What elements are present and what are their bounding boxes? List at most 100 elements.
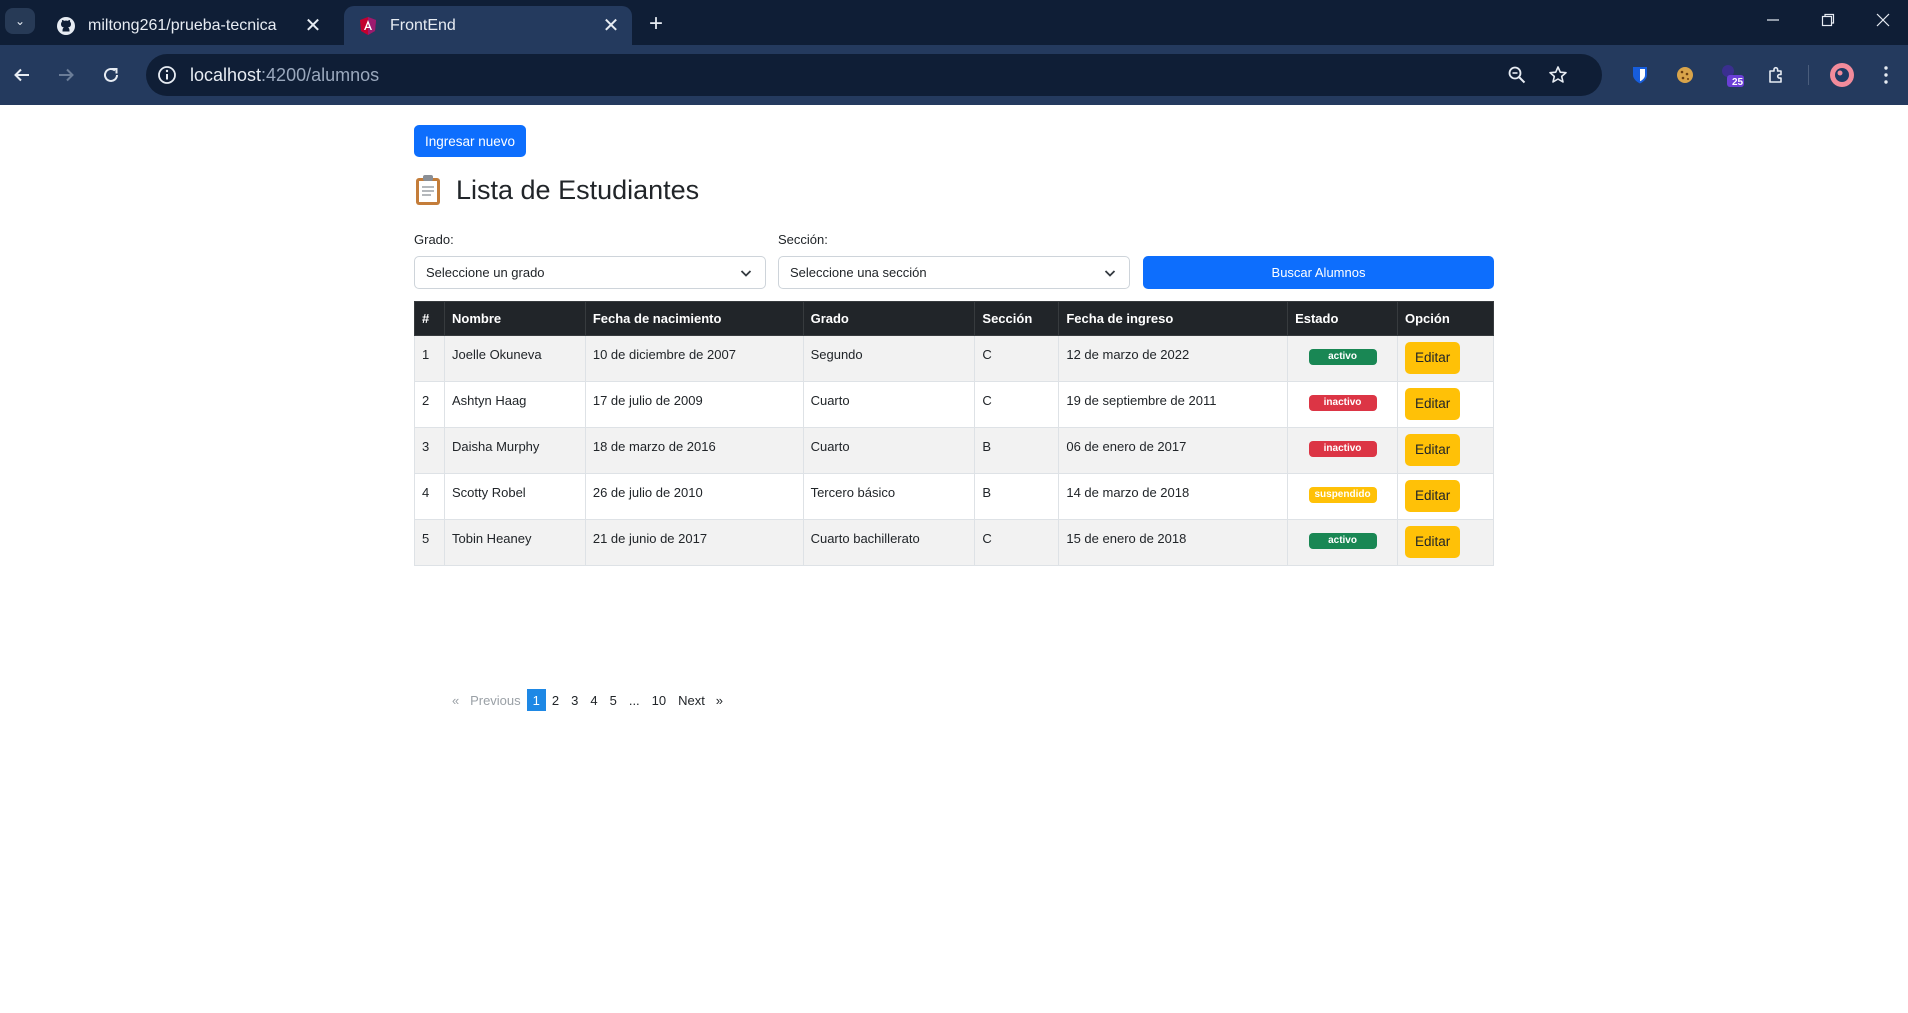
pagination-page-10[interactable]: 10 (646, 689, 672, 711)
edit-button[interactable]: Editar (1405, 480, 1461, 512)
edit-button[interactable]: Editar (1405, 342, 1461, 374)
cell-estado: inactivo (1287, 381, 1398, 428)
cell-ingreso: 14 de marzo de 2018 (1058, 473, 1289, 520)
cell-nacimiento: 21 de junio de 2017 (584, 519, 804, 566)
cell-number: 3 (414, 427, 445, 474)
column-header: Nombre (443, 301, 586, 336)
cell-nombre: Scotty Robel (443, 473, 586, 520)
table-row: 1 Joelle Okuneva 10 de diciembre de 2007… (414, 335, 1494, 382)
search-students-button[interactable]: Buscar Alumnos (1143, 256, 1494, 289)
restore-icon[interactable] (1805, 0, 1851, 40)
close-icon[interactable]: ✕ (298, 11, 328, 41)
page-title: Lista de Estudiantes (456, 174, 700, 205)
cell-seccion: B (974, 473, 1060, 520)
cell-nombre: Tobin Heaney (443, 519, 586, 566)
pagination-next[interactable]: Next » (672, 689, 729, 711)
cell-grado: Cuarto (802, 427, 976, 474)
cell-seccion: B (974, 427, 1060, 474)
browser-menu-icon[interactable] (1866, 55, 1906, 95)
extension-badge-icon[interactable]: 25 (1712, 55, 1752, 95)
edit-button[interactable]: Editar (1405, 388, 1461, 420)
cell-number: 5 (414, 519, 445, 566)
table-row: 4 Scotty Robel 26 de julio de 2010 Terce… (414, 473, 1494, 520)
cell-estado: inactivo (1287, 427, 1398, 474)
bookmark-star-icon[interactable] (1541, 58, 1575, 92)
cell-nacimiento: 18 de marzo de 2016 (584, 427, 804, 474)
cell-number: 1 (414, 335, 445, 382)
cell-nacimiento: 10 de diciembre de 2007 (584, 335, 804, 382)
seccion-label: Sección: (778, 232, 828, 247)
status-badge: inactivo (1308, 395, 1377, 411)
tab-github[interactable]: miltong261/prueba-tecnica ✕ (42, 6, 334, 45)
cell-ingreso: 19 de septiembre de 2011 (1058, 381, 1289, 428)
seccion-select[interactable]: Seleccione una sección (778, 256, 1130, 289)
new-tab-button[interactable]: + (640, 8, 672, 40)
toolbar-divider (1808, 65, 1809, 85)
profile-avatar[interactable] (1822, 55, 1862, 95)
cell-estado: activo (1287, 335, 1398, 382)
cell-seccion: C (974, 519, 1060, 566)
tab-search-chevron-icon[interactable]: ⌄ (5, 8, 35, 34)
cell-number: 4 (414, 473, 445, 520)
pagination-previous[interactable]: « Previous (446, 689, 527, 711)
url-host: localhost (190, 64, 262, 85)
close-icon[interactable]: ✕ (596, 11, 626, 41)
column-header: Estado (1287, 301, 1398, 336)
extension-badge-count: 25 (1732, 77, 1744, 88)
column-header: Fecha de ingreso (1058, 301, 1289, 336)
pagination-page-5[interactable]: 5 (604, 689, 623, 711)
pagination-page-4[interactable]: 4 (584, 689, 603, 711)
edit-button[interactable]: Editar (1405, 434, 1461, 466)
grado-label: Grado: (414, 232, 454, 247)
column-header: Opción (1397, 301, 1494, 336)
url-text: localhost:4200/alumnos (190, 65, 379, 86)
site-info-icon[interactable] (150, 58, 184, 92)
reload-icon[interactable] (91, 55, 131, 95)
status-badge: suspendido (1308, 487, 1377, 503)
back-arrow-icon[interactable] (2, 55, 42, 95)
students-table: # Nombre Fecha de nacimiento Grado Secci… (414, 301, 1494, 566)
table-row: 2 Ashtyn Haag 17 de julio de 2009 Cuarto… (414, 381, 1494, 428)
cell-nombre: Joelle Okuneva (443, 335, 586, 382)
page-content: Ingresar nuevo Lista de Estudiantes Grad… (0, 105, 1908, 1013)
cell-grado: Cuarto (802, 381, 976, 428)
zoom-icon[interactable] (1500, 58, 1534, 92)
url-path: :4200/alumnos (261, 64, 380, 85)
forward-arrow-icon[interactable] (46, 55, 86, 95)
edit-button[interactable]: Editar (1405, 526, 1461, 558)
cell-opcion: Editar (1397, 335, 1494, 382)
cell-ingreso: 15 de enero de 2018 (1058, 519, 1289, 566)
minimize-icon[interactable] (1750, 0, 1796, 40)
cell-grado: Tercero básico (802, 473, 976, 520)
cookie-icon[interactable] (1665, 55, 1705, 95)
table-row: 5 Tobin Heaney 21 de junio de 2017 Cuart… (414, 519, 1494, 566)
pagination-page-3[interactable]: 3 (565, 689, 584, 711)
grado-select[interactable]: Seleccione un grado (414, 256, 766, 289)
pagination-page-2[interactable]: 2 (546, 689, 565, 711)
new-student-button[interactable]: Ingresar nuevo (414, 125, 527, 157)
cell-grado: Segundo (802, 335, 976, 382)
extensions-puzzle-icon[interactable] (1756, 55, 1796, 95)
status-badge: inactivo (1308, 441, 1377, 457)
cell-ingreso: 12 de marzo de 2022 (1058, 335, 1289, 382)
cell-opcion: Editar (1397, 381, 1494, 428)
tab-frontend[interactable]: FrontEnd ✕ (344, 6, 632, 45)
cell-seccion: C (974, 335, 1060, 382)
angular-icon (358, 16, 378, 36)
cell-estado: activo (1287, 519, 1398, 566)
browser-toolbar: localhost:4200/alumnos 25 (0, 45, 1908, 105)
seccion-select-value: Seleccione una sección (790, 265, 927, 280)
address-bar[interactable]: localhost:4200/alumnos (146, 54, 1602, 96)
cell-nacimiento: 17 de julio de 2009 (584, 381, 804, 428)
tab-title: miltong261/prueba-tecnica (88, 16, 277, 34)
pagination-page-1[interactable]: 1 (526, 689, 546, 711)
chevron-down-icon (1104, 270, 1116, 277)
window-close-icon[interactable] (1860, 0, 1906, 40)
column-header: Grado (802, 301, 976, 336)
column-header: # (414, 301, 445, 336)
cell-opcion: Editar (1397, 427, 1494, 474)
bitwarden-icon[interactable] (1620, 55, 1660, 95)
table-row: 3 Daisha Murphy 18 de marzo de 2016 Cuar… (414, 427, 1494, 474)
cell-seccion: C (974, 381, 1060, 428)
pagination: « Previous 1 2 3 4 5 ... 10 Next » (446, 689, 729, 711)
